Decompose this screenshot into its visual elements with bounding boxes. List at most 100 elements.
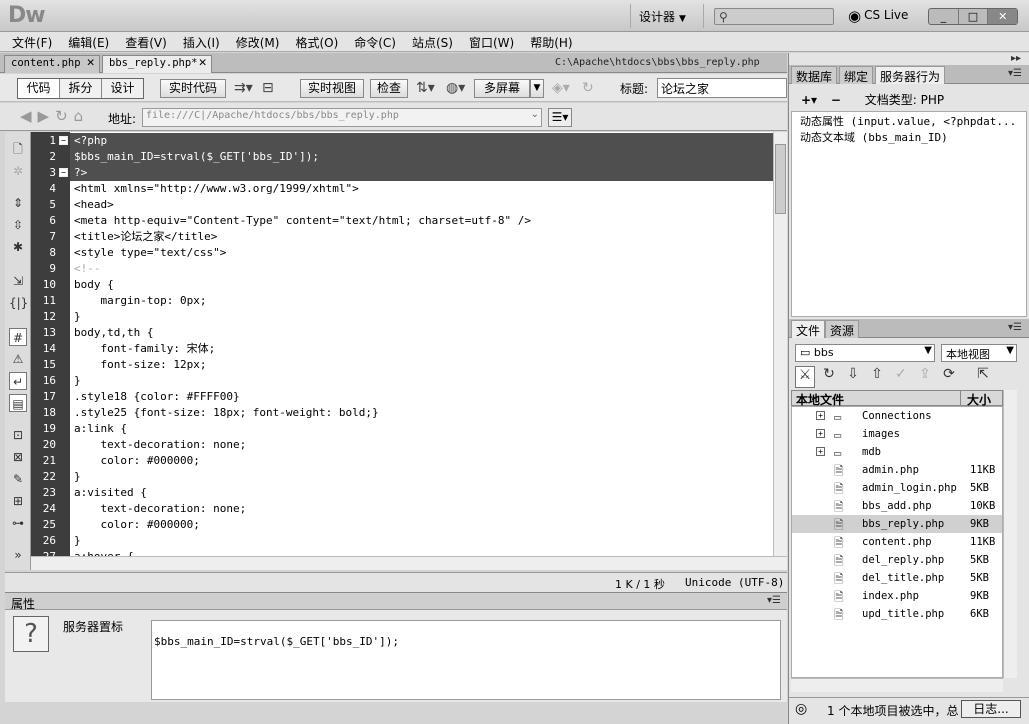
file-row[interactable]: 🗎 content.php 11KB	[792, 533, 1002, 551]
refresh-icon[interactable]: ↻	[819, 366, 839, 388]
highlight-invalid-icon[interactable]: ⚠	[9, 350, 27, 368]
live-code-button[interactable]: 实时代码	[160, 79, 226, 98]
code-line[interactable]: }	[70, 373, 773, 389]
expand-icon[interactable]: +	[816, 447, 825, 456]
file-row[interactable]: 🗎 bbs_reply.php 9KB	[792, 515, 1002, 533]
multiscreen-button[interactable]: 多屏幕	[474, 79, 530, 98]
fold-toggle-icon[interactable]: −	[59, 168, 68, 177]
server-markup-field[interactable]: $bbs_main_ID=strval($_GET['bbs_ID']);	[151, 620, 781, 700]
site-select[interactable]: ▭ bbs ▼	[795, 344, 935, 362]
cs-live-button[interactable]: ◉ CS Live	[848, 7, 908, 25]
code-line[interactable]: font-family: 宋体;	[70, 341, 773, 357]
tab-server-behaviors[interactable]: 服务器行为	[875, 66, 946, 84]
close-icon[interactable]: ✕	[198, 57, 207, 69]
menu-view[interactable]: 查看(V)	[125, 32, 167, 51]
put-files-icon[interactable]: ⇧	[867, 366, 887, 388]
get-files-icon[interactable]: ⇩	[843, 366, 863, 388]
workspace-switcher[interactable]: 设计器 ▼	[630, 4, 704, 28]
expand-icon[interactable]: +	[816, 411, 825, 420]
minimize-icon[interactable]: _	[929, 9, 959, 24]
code-line[interactable]: }	[70, 469, 773, 485]
panel-menu-icon[interactable]: ▾☰	[1008, 68, 1022, 79]
wrap-tag-icon[interactable]: ✎	[9, 470, 27, 488]
list-item[interactable]: 动态文本域 (bbs_main_ID)	[800, 130, 1018, 146]
code-line[interactable]: color: #000000;	[70, 453, 773, 469]
line-numbers-icon[interactable]: #	[9, 328, 27, 346]
list-item[interactable]: 动态属性 (input.value, <?phpdat...	[800, 114, 1018, 130]
synchronize-icon[interactable]: ⟳	[939, 366, 959, 388]
code-editor[interactable]: <?php $bbs_main_ID=strval($_GET['bbs_ID']…	[70, 132, 773, 556]
menu-format[interactable]: 格式(O)	[295, 32, 338, 51]
tab-assets[interactable]: 资源	[825, 320, 860, 338]
file-row[interactable]: 🗎 upd_title.php 6KB	[792, 605, 1002, 623]
move-css-icon[interactable]: ⊶	[9, 514, 27, 532]
browser-compat-icon[interactable]: ⇉▾	[234, 80, 253, 96]
menu-window[interactable]: 窗口(W)	[469, 32, 514, 51]
code-line[interactable]: <meta http-equiv="Content-Type" content=…	[70, 213, 773, 229]
file-row[interactable]: + ▭ images	[792, 425, 1002, 443]
files-vertical-scrollbar[interactable]	[1003, 390, 1017, 678]
code-line[interactable]: text-decoration: none;	[70, 437, 773, 453]
code-line[interactable]: .style18 {color: #FFFF00}	[70, 389, 773, 405]
code-line[interactable]: body {	[70, 277, 773, 293]
code-line[interactable]: }	[70, 533, 773, 549]
apply-comment-icon[interactable]: ⊡	[9, 426, 27, 444]
show-code-navigator-icon[interactable]: ✲	[9, 162, 27, 180]
code-line[interactable]: .style25 {font-size: 18px; font-weight: …	[70, 405, 773, 421]
visual-aids-icon[interactable]: ◈▾	[552, 80, 570, 96]
add-behavior-icon[interactable]: +▾	[801, 93, 817, 107]
file-row[interactable]: 🗎 index.php 9KB	[792, 587, 1002, 605]
files-horizontal-scrollbar[interactable]	[791, 678, 1003, 692]
expand-panel-icon[interactable]: ⇱	[973, 366, 993, 388]
code-line[interactable]: $bbs_main_ID=strval($_GET['bbs_ID']);	[70, 149, 773, 165]
code-line[interactable]: font-size: 12px;	[70, 357, 773, 373]
file-row[interactable]: 🗎 bbs_add.php 10KB	[792, 497, 1002, 515]
collapse-selection-icon[interactable]: ⇳	[9, 216, 27, 234]
document-title-input[interactable]: 论坛之家	[657, 78, 787, 98]
tab-bbs-reply-php[interactable]: bbs_reply.php* ✕	[102, 55, 212, 73]
code-line[interactable]: }	[70, 309, 773, 325]
code-line[interactable]: color: #000000;	[70, 517, 773, 533]
expand-all-icon[interactable]: ✱	[9, 238, 27, 256]
code-line[interactable]: a:link {	[70, 421, 773, 437]
connect-icon[interactable]: ⚔	[795, 366, 815, 388]
select-parent-tag-icon[interactable]: ⇲	[9, 272, 27, 290]
tab-content-php[interactable]: content.php ✕	[4, 55, 100, 73]
file-row[interactable]: 🗎 admin.php 11KB	[792, 461, 1002, 479]
address-input[interactable]: file:///C|/Apache/htdocs/bbs/bbs_reply.p…	[142, 108, 542, 127]
word-wrap-icon[interactable]: ↵	[9, 372, 27, 390]
refresh-icon[interactable]: ↻	[582, 80, 594, 96]
tab-bindings[interactable]: 绑定	[839, 66, 874, 84]
expand-icon[interactable]: +	[816, 429, 825, 438]
code-line[interactable]: <style type="text/css">	[70, 245, 773, 261]
browse-options-icon[interactable]: ☰▾	[548, 108, 572, 127]
file-row[interactable]: 🗎 admin_login.php 5KB	[792, 479, 1002, 497]
collapse-full-tag-icon[interactable]: ⇕	[9, 194, 27, 212]
code-view-button[interactable]: 代码	[18, 79, 60, 98]
file-row[interactable]: + ▭ Connections	[792, 407, 1002, 425]
maximize-icon[interactable]: □	[959, 9, 989, 24]
preview-browser-icon[interactable]: ◍▾	[446, 80, 465, 96]
code-line[interactable]: body,td,th {	[70, 325, 773, 341]
expand-panels-icon[interactable]: ▸▸	[1011, 53, 1021, 64]
menu-commands[interactable]: 命令(C)	[354, 32, 396, 51]
remove-comment-icon[interactable]: ⊠	[9, 448, 27, 466]
code-line[interactable]: ?>	[70, 165, 773, 181]
view-select[interactable]: 本地视图 ▼	[941, 344, 1017, 362]
tab-files[interactable]: 文件	[791, 320, 826, 338]
log-button[interactable]: 日志...	[961, 700, 1021, 718]
recent-snippets-icon[interactable]: ⊞	[9, 492, 27, 510]
scroll-thumb[interactable]	[775, 144, 786, 214]
chevron-down-icon[interactable]: ⌄	[531, 109, 539, 120]
code-line[interactable]: margin-top: 0px;	[70, 293, 773, 309]
code-line[interactable]: <!--	[70, 261, 773, 277]
balance-braces-icon[interactable]: {|}	[9, 294, 28, 312]
syntax-coloring-icon[interactable]: ▤	[9, 394, 27, 412]
code-line[interactable]: <html xmlns="http://www.w3.org/1999/xhtm…	[70, 181, 773, 197]
menu-insert[interactable]: 插入(I)	[183, 32, 220, 51]
code-line[interactable]: a:visited {	[70, 485, 773, 501]
code-line[interactable]: text-decoration: none;	[70, 501, 773, 517]
check-in-icon[interactable]: ⇪	[915, 366, 935, 388]
chevron-down-icon[interactable]: ▼	[530, 79, 544, 98]
code-line[interactable]: <?php	[70, 133, 773, 149]
